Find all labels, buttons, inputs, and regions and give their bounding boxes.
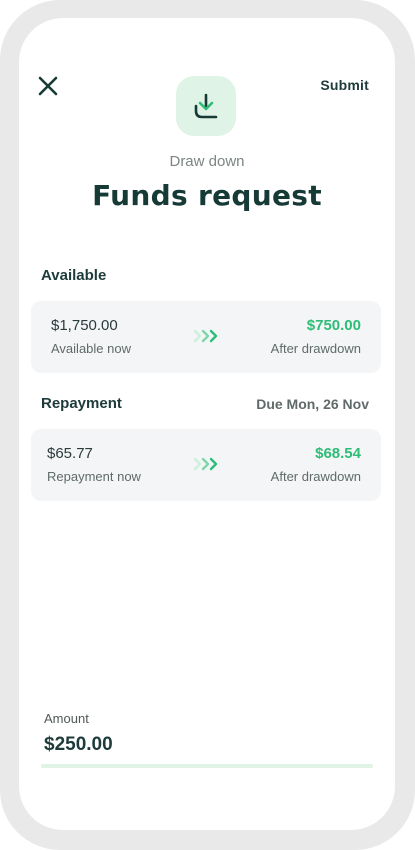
download-icon (194, 93, 218, 119)
close-icon (38, 76, 58, 96)
repayment-due-date: Due Mon, 26 Nov (256, 396, 369, 412)
repayment-after-value: $68.54 (315, 445, 361, 462)
available-now-caption: Available now (51, 341, 131, 356)
repayment-section-title: Repayment (41, 395, 122, 412)
download-icon-tile (176, 76, 236, 136)
chevron-right-triple-icon (193, 329, 218, 343)
amount-input[interactable]: $250.00 (44, 734, 113, 756)
page-subtitle: Draw down (169, 153, 245, 170)
available-card: $1,750.00 Available now $750.00 After dr… (31, 301, 381, 373)
repayment-card: $65.77 Repayment now $68.54 After drawdo… (31, 429, 381, 501)
amount-input-underline (41, 764, 373, 768)
available-section-title: Available (41, 267, 107, 284)
amount-label: Amount (44, 711, 89, 726)
device-frame: Submit Draw down Funds request Available… (0, 0, 415, 850)
repayment-now-caption: Repayment now (47, 469, 141, 484)
submit-button[interactable]: Submit (320, 77, 369, 93)
repayment-after-caption: After drawdown (270, 469, 361, 484)
close-button[interactable] (37, 75, 59, 97)
chevron-right-triple-icon (193, 457, 218, 471)
app-screen: Submit Draw down Funds request Available… (19, 18, 395, 830)
repayment-now-value: $65.77 (47, 445, 93, 462)
available-after-value: $750.00 (306, 317, 361, 334)
available-now-value: $1,750.00 (51, 317, 118, 334)
available-after-caption: After drawdown (270, 341, 361, 356)
page-title: Funds request (92, 179, 322, 212)
